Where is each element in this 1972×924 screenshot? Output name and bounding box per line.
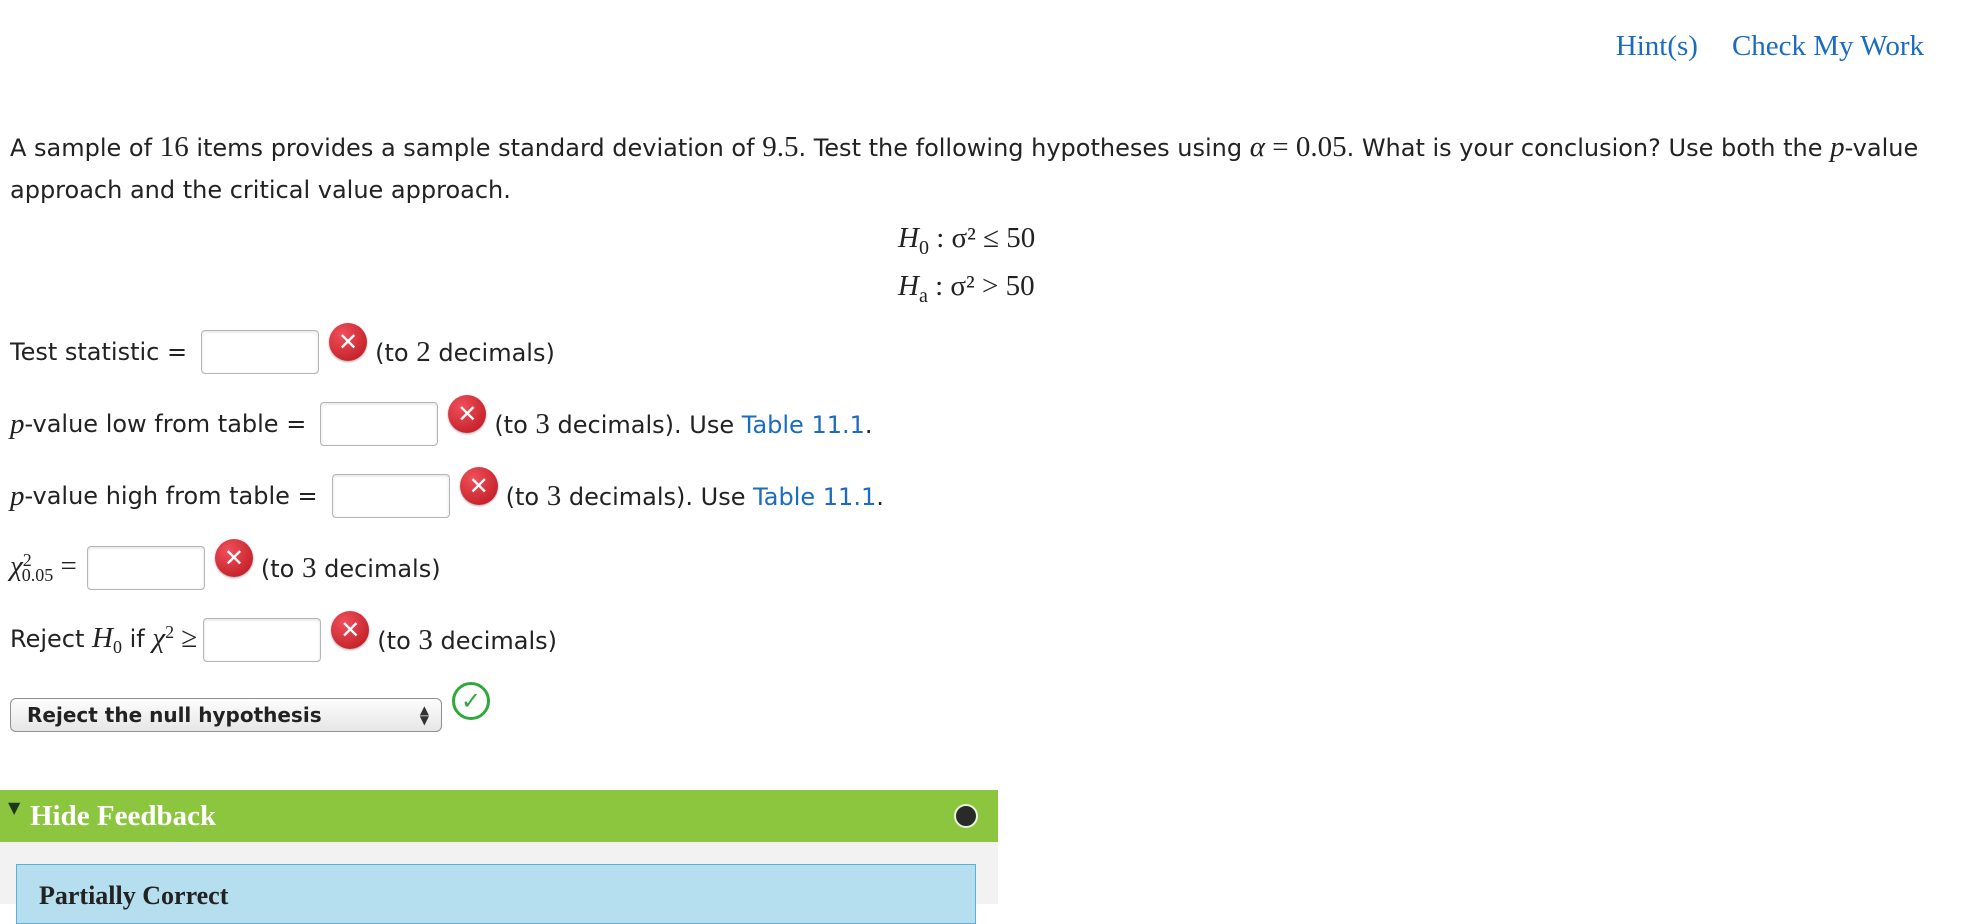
incorrect-icon: ✕ <box>329 323 368 361</box>
alpha-symbol: α <box>1249 131 1265 163</box>
test-statistic-input[interactable] <box>201 330 320 374</box>
top-links: Hint(s) Check My Work <box>1616 30 1924 63</box>
chi-square-critical-input[interactable] <box>86 546 205 590</box>
sample-size: 16 <box>159 131 189 163</box>
equals-sign: = <box>1264 131 1296 163</box>
correct-icon: ✓ <box>452 682 490 720</box>
precision-note: (to 3 decimals). Use Table 11.1. <box>505 479 884 512</box>
incorrect-icon: ✕ <box>448 395 487 433</box>
check-my-work-link[interactable]: Check My Work <box>1732 30 1924 63</box>
p-value-high-label: -value high from table = <box>24 482 318 510</box>
incorrect-icon: ✕ <box>459 467 498 505</box>
incorrect-icon: ✕ <box>331 611 370 649</box>
feedback-header[interactable]: ▼ Hide Feedback <box>0 790 998 842</box>
p-symbol: p <box>1830 131 1845 163</box>
p-value-low-label: -value low from table = <box>24 410 307 438</box>
question-part: items provides a sample standard deviati… <box>188 134 763 162</box>
question-part: A sample of <box>10 134 160 162</box>
question-part: . Test the following hypotheses using <box>798 134 1250 162</box>
precision-note: (to 2 decimals) <box>375 335 555 368</box>
edit-icon[interactable] <box>954 804 978 828</box>
p-value-high-input[interactable] <box>331 474 450 518</box>
question-text: A sample of 16 items provides a sample s… <box>10 126 1960 211</box>
alternative-hypothesis: Ha : σ² > 50 <box>898 270 1035 308</box>
select-arrows-icon: ▲ ▼ <box>419 703 429 727</box>
precision-note: (to 3 decimals) <box>260 551 441 584</box>
test-statistic-row: Test statistic = ✕ (to 2 decimals) <box>10 323 555 377</box>
conclusion-select[interactable]: Reject the null hypothesis ▲ ▼ <box>10 698 442 732</box>
rejection-rule-label: Reject H0 if χ2 ≥ <box>10 622 198 657</box>
selected-option: Reject the null hypothesis <box>27 703 322 727</box>
rejection-value-input[interactable] <box>203 618 322 662</box>
p-value-low-row: p -value low from table = ✕ (to 3 decimal… <box>10 395 873 449</box>
p-symbol: p <box>10 479 25 512</box>
chi-square-label: χ20.05 = <box>10 550 77 585</box>
chi-square-critical-row: χ20.05 = ✕ (to 3 decimals) <box>10 539 441 593</box>
incorrect-icon: ✕ <box>214 539 253 577</box>
test-statistic-label: Test statistic = <box>10 338 188 366</box>
collapse-triangle-icon: ▼ <box>8 798 21 817</box>
p-symbol: p <box>10 407 25 440</box>
rejection-rule-row: Reject H0 if χ2 ≥ ✕ (to 3 decimals) <box>10 611 558 665</box>
hypothesis-statement: : σ² ≤ 50 <box>928 222 1036 254</box>
p-value-high-row: p -value high from table = ✕ (to 3 decima… <box>10 467 884 521</box>
precision-note: (to 3 decimals) <box>377 623 558 656</box>
h-subscript: a <box>918 284 928 307</box>
alpha-value: 0.05 <box>1295 131 1347 163</box>
h-symbol: H <box>898 270 919 302</box>
hide-feedback-toggle[interactable]: Hide Feedback <box>30 800 216 833</box>
hints-link[interactable]: Hint(s) <box>1616 30 1698 63</box>
table-11-1-link[interactable]: Table 11.1 <box>753 483 876 511</box>
feedback-panel: Partially Correct <box>16 864 976 924</box>
precision-note: (to 3 decimals). Use Table 11.1. <box>494 407 873 440</box>
table-11-1-link[interactable]: Table 11.1 <box>742 411 865 439</box>
question-part: . What is your conclusion? Use both the <box>1346 134 1831 162</box>
h-subscript: 0 <box>918 236 929 259</box>
null-hypothesis: H0 : σ² ≤ 50 <box>898 222 1035 260</box>
feedback-status: Partially Correct <box>39 881 229 910</box>
feedback-section: ▼ Hide Feedback Partially Correct <box>0 790 998 924</box>
p-value-low-input[interactable] <box>320 402 439 446</box>
h-symbol: H <box>898 222 919 254</box>
hypothesis-statement: : σ² > 50 <box>927 270 1035 302</box>
sample-std-dev: 9.5 <box>762 131 799 163</box>
